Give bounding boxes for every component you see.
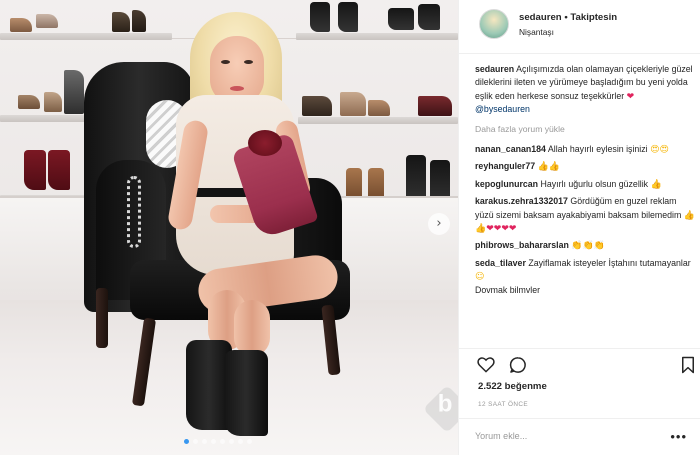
shelf bbox=[298, 117, 458, 124]
comment-username[interactable]: seda_tilaver bbox=[475, 258, 526, 268]
shelf bbox=[0, 33, 172, 40]
header-user-line: sedauren • Takiptesin bbox=[519, 12, 617, 23]
clap-emoji-icon: 👏 bbox=[571, 241, 583, 252]
comment-text: Allah hayırlı eylesin işinizi bbox=[547, 144, 648, 155]
shoe bbox=[368, 100, 390, 116]
shoe bbox=[418, 96, 452, 116]
comment-username[interactable]: kepoglunurcan bbox=[475, 179, 538, 189]
following-button[interactable]: Takiptesin bbox=[570, 12, 617, 23]
eye bbox=[244, 60, 253, 64]
carousel-dot bbox=[211, 439, 216, 444]
comments-list: sedauren Açılışımızda olan olamayan çiçe… bbox=[475, 63, 695, 301]
heart-emoji-icon: ❤ bbox=[486, 224, 494, 235]
post-photo[interactable]: › b bbox=[0, 0, 458, 455]
likes-count[interactable]: 2.522 beğenme bbox=[478, 381, 547, 392]
carousel-next-button[interactable]: › bbox=[428, 213, 450, 235]
post-sidebar: sedauren • Takiptesin Nişantaşı sedauren… bbox=[458, 0, 700, 455]
lips bbox=[230, 86, 244, 91]
carousel-indicator bbox=[184, 439, 252, 444]
carousel-dot bbox=[202, 439, 207, 444]
display-counter bbox=[0, 196, 95, 292]
location-link[interactable]: Nişantaşı bbox=[519, 27, 554, 37]
carousel-dot bbox=[247, 439, 252, 444]
comment-text: Dovmak bilmvler bbox=[475, 284, 541, 295]
avatar[interactable] bbox=[479, 9, 509, 39]
shoe bbox=[10, 18, 32, 32]
chair-leg bbox=[96, 288, 108, 348]
shelf bbox=[0, 115, 86, 122]
heart-eyes-emoji-icon: 😍 bbox=[650, 145, 660, 156]
carousel-dot bbox=[220, 439, 225, 444]
carousel-dot bbox=[238, 439, 243, 444]
shoe bbox=[388, 8, 414, 30]
carousel-dot bbox=[184, 439, 189, 444]
shoe bbox=[302, 96, 332, 116]
shoe bbox=[18, 95, 40, 109]
clap-emoji-icon: 👏 bbox=[582, 241, 594, 252]
comment-item: karakus.zehra1332017 Gördüğüm en guzel r… bbox=[475, 195, 695, 235]
chevron-right-icon: › bbox=[436, 216, 442, 231]
thumbs-up-emoji-icon: 👍 bbox=[537, 162, 549, 173]
mention-link[interactable]: @bysedauren bbox=[475, 104, 530, 114]
shoe bbox=[338, 2, 358, 32]
chair-studs bbox=[127, 176, 141, 248]
shoe bbox=[112, 12, 130, 32]
black-boot bbox=[224, 350, 268, 436]
carousel-dot bbox=[193, 439, 198, 444]
leg bbox=[234, 300, 270, 356]
thumbs-up-emoji-icon: 👍 bbox=[650, 179, 662, 190]
post-header: sedauren • Takiptesin Nişantaşı bbox=[459, 0, 700, 54]
comment-item: kepoglunurcan Hayırlı uğurlu olsun güzel… bbox=[475, 178, 695, 191]
comment-username[interactable]: reyhanguler77 bbox=[475, 161, 535, 171]
boot bbox=[24, 150, 46, 190]
comment-username[interactable]: phibrows_bahararslan bbox=[475, 240, 569, 250]
shoe bbox=[64, 70, 84, 114]
face bbox=[210, 36, 264, 104]
heart-outline-icon[interactable] bbox=[477, 356, 495, 373]
more-options-icon[interactable]: ••• bbox=[670, 429, 687, 444]
load-more-comments-button[interactable]: Daha fazla yorum yükle bbox=[475, 123, 695, 136]
thumbs-up-emoji-icon: 👍 bbox=[548, 162, 561, 173]
shoe bbox=[36, 14, 58, 28]
add-comment-input[interactable] bbox=[475, 431, 655, 441]
heart-emoji-icon: ❤ bbox=[508, 224, 517, 235]
comment-username[interactable]: karakus.zehra1332017 bbox=[475, 196, 568, 206]
shoe bbox=[418, 4, 440, 30]
caption: sedauren Açılışımızda olan olamayan çiçe… bbox=[475, 63, 695, 117]
add-comment-bar: ••• bbox=[459, 418, 700, 455]
comment-text: Zayiflamak isteyeler İştahını tutamayanl… bbox=[528, 257, 691, 268]
thumbs-up-emoji-icon: 👍 bbox=[683, 210, 695, 221]
heart-emoji-icon: ❤ bbox=[493, 224, 502, 235]
comment-text: Hayırlı uğurlu olsun güzellik bbox=[540, 178, 649, 189]
boot-pompom bbox=[248, 130, 282, 156]
comment-item: seda_tilaver Zayiflamak isteyeler İştahı… bbox=[475, 257, 695, 297]
username-link[interactable]: sedauren bbox=[519, 12, 562, 23]
heart-emoji-icon: ❤ bbox=[626, 91, 635, 102]
shoe bbox=[340, 92, 366, 116]
bookmark-icon[interactable] bbox=[681, 356, 695, 374]
heart-emoji-icon: ❤ bbox=[501, 224, 509, 235]
heart-eyes-emoji-icon: 😍 bbox=[659, 145, 669, 156]
speech-bubble-icon[interactable] bbox=[509, 356, 527, 374]
comment-username[interactable]: nanan_canan184 bbox=[475, 144, 546, 154]
boot bbox=[48, 150, 70, 190]
thumbs-up-emoji-icon: 👍 bbox=[475, 224, 487, 235]
shoe bbox=[310, 2, 330, 32]
smile-emoji-icon: ☺ bbox=[475, 272, 485, 283]
carousel-dot bbox=[229, 439, 234, 444]
post-timestamp[interactable]: 12 SAAT ÖNCE bbox=[478, 401, 528, 408]
shoe bbox=[132, 10, 146, 32]
comment-item: phibrows_bahararslan 👏👏👏 bbox=[475, 239, 695, 252]
shelf bbox=[296, 33, 458, 40]
action-bar bbox=[459, 348, 700, 378]
comment-item: reyhanguler77 👍👍 bbox=[475, 160, 695, 173]
comment-item: nanan_canan184 Allah hayırlı eylesin işi… bbox=[475, 143, 695, 156]
clap-emoji-icon: 👏 bbox=[593, 241, 605, 252]
eye bbox=[221, 60, 230, 64]
shoe bbox=[44, 92, 62, 112]
caption-username[interactable]: sedauren bbox=[475, 64, 514, 74]
